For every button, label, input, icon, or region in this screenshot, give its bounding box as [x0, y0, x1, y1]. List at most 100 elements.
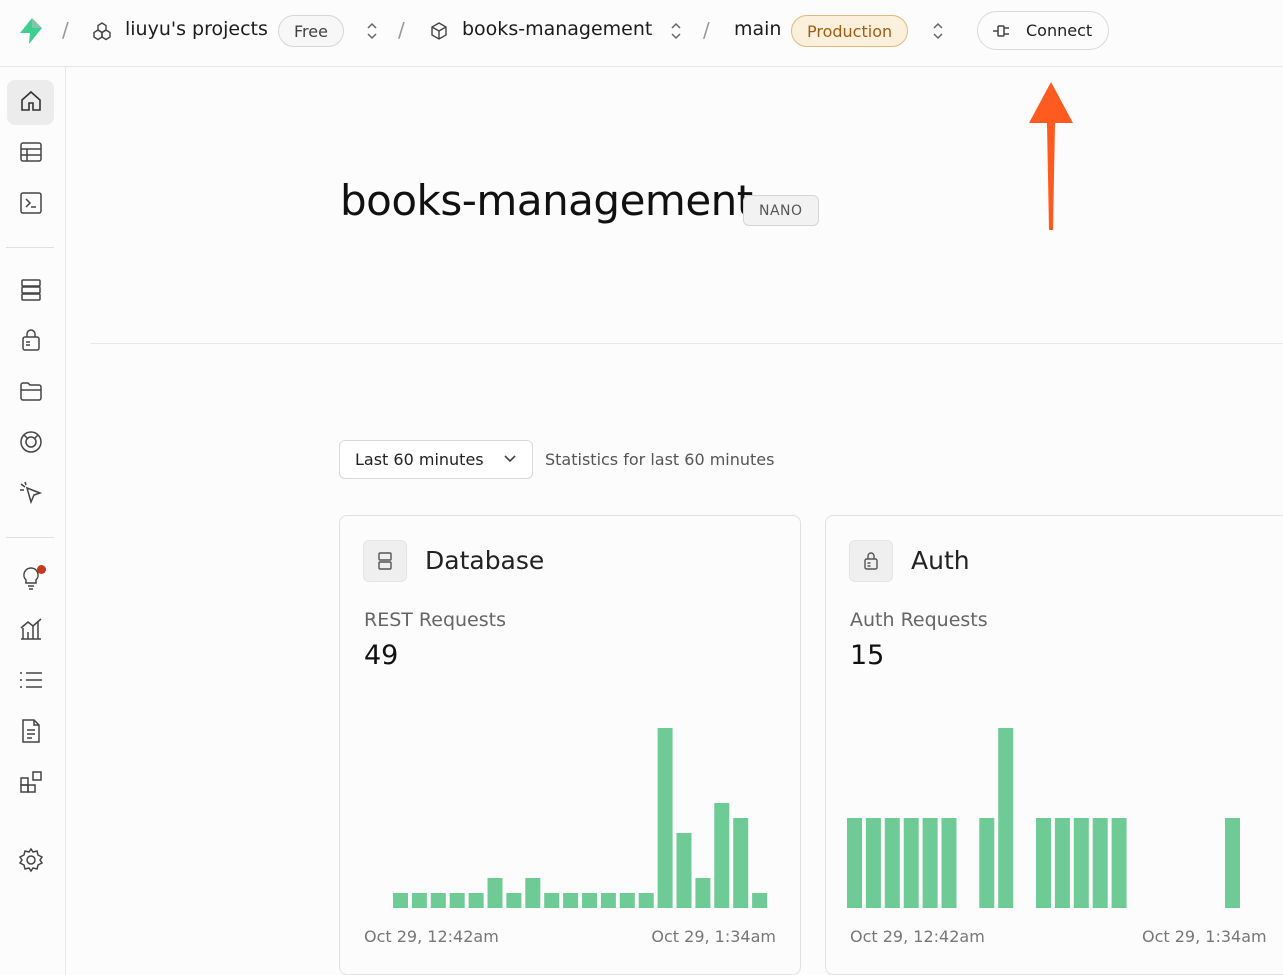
- project-box-icon: [429, 21, 449, 41]
- x-axis-start-label: Oct 29, 12:42am: [850, 927, 985, 946]
- org-name[interactable]: liuyu's projects: [125, 18, 268, 40]
- sidebar-item-integrations[interactable]: [7, 761, 54, 806]
- sidebar-item-advisors[interactable]: [7, 557, 54, 602]
- section-divider: [90, 343, 1283, 344]
- database-card[interactable]: Database REST Requests 49 Oct 29, 12:42a…: [339, 515, 801, 975]
- project-switcher-chevron-icon[interactable]: [668, 21, 684, 41]
- chart-bar[interactable]: [1092, 818, 1108, 908]
- metric-value: 49: [364, 640, 399, 671]
- chart-bar[interactable]: [676, 833, 692, 908]
- chart-bar[interactable]: [563, 893, 579, 908]
- sidebar-item-authentication[interactable]: [7, 319, 54, 364]
- realtime-icon: [18, 429, 44, 459]
- chart-bar[interactable]: [1225, 818, 1240, 908]
- gear-icon: [18, 847, 44, 877]
- database-icon: [19, 278, 43, 306]
- x-axis-end-label: Oct 29, 1:34am: [1142, 927, 1267, 946]
- chart-bar[interactable]: [525, 878, 541, 908]
- lock-icon: [19, 328, 43, 356]
- sidebar-item-database[interactable]: [7, 269, 54, 314]
- time-range-value: Last 60 minutes: [355, 450, 484, 469]
- page-title: books-management: [340, 176, 753, 225]
- sidebar-item-home[interactable]: [7, 80, 54, 125]
- chart-bar[interactable]: [884, 818, 900, 908]
- metric-label: REST Requests: [364, 609, 506, 631]
- sidebar-item-realtime[interactable]: [7, 421, 54, 466]
- chart-bar[interactable]: [998, 728, 1014, 908]
- chart-bar[interactable]: [903, 818, 919, 908]
- table-icon: [19, 140, 43, 168]
- org-icon: [92, 21, 112, 41]
- branch-switcher-chevron-icon[interactable]: [930, 21, 946, 41]
- metric-value: 15: [850, 640, 885, 671]
- sidebar-item-settings[interactable]: [7, 839, 54, 884]
- x-axis-end-label: Oct 29, 1:34am: [651, 927, 776, 946]
- chart-bar[interactable]: [922, 818, 938, 908]
- sidebar-item-table-editor[interactable]: [7, 131, 54, 176]
- chart-bar[interactable]: [544, 893, 560, 908]
- chart-bar[interactable]: [941, 818, 957, 908]
- chart-bar[interactable]: [657, 728, 673, 908]
- chart-bar[interactable]: [752, 893, 768, 908]
- top-bar: / liuyu's projects Free / books-manageme…: [0, 0, 1283, 67]
- sidebar: [0, 67, 66, 975]
- chart-bar[interactable]: [1111, 818, 1127, 908]
- chart-bar[interactable]: [449, 893, 465, 908]
- database-icon: [363, 540, 407, 582]
- breadcrumb-separator: /: [703, 18, 710, 42]
- chart-bar[interactable]: [979, 818, 995, 908]
- chart-bar[interactable]: [430, 893, 446, 908]
- list-icon: [18, 668, 44, 696]
- connect-button[interactable]: Connect: [977, 11, 1110, 50]
- folder-icon: [19, 379, 43, 407]
- plan-badge: Free: [278, 15, 344, 47]
- sidebar-item-logs[interactable]: [7, 659, 54, 704]
- x-axis-start-label: Oct 29, 12:42am: [364, 927, 499, 946]
- org-switcher-chevron-icon[interactable]: [364, 21, 380, 41]
- auth-requests-chart[interactable]: [844, 716, 1264, 909]
- card-title: Database: [425, 546, 545, 575]
- rest-requests-chart[interactable]: [358, 716, 778, 909]
- document-icon: [19, 718, 43, 748]
- chart-bar[interactable]: [714, 803, 730, 908]
- integrations-icon: [18, 769, 44, 799]
- notification-dot: [37, 565, 46, 574]
- environment-badge: Production: [791, 15, 909, 47]
- chart-bar[interactable]: [1073, 818, 1089, 908]
- sidebar-item-reports[interactable]: [7, 608, 54, 653]
- supabase-logo-icon[interactable]: [16, 16, 46, 46]
- sidebar-item-storage[interactable]: [7, 370, 54, 415]
- chart-bar[interactable]: [393, 893, 408, 908]
- sidebar-item-sql-editor[interactable]: [7, 182, 54, 227]
- chart-bar[interactable]: [865, 818, 881, 908]
- chart-bar[interactable]: [638, 893, 654, 908]
- chart-bar[interactable]: [1054, 818, 1070, 908]
- chart-bar[interactable]: [847, 818, 862, 908]
- card-title: Auth: [911, 546, 970, 575]
- chart-bar[interactable]: [582, 893, 597, 908]
- connect-label: Connect: [1026, 21, 1093, 40]
- chart-bar[interactable]: [695, 878, 711, 908]
- chart-bar[interactable]: [468, 893, 484, 908]
- plug-icon: [992, 23, 1014, 39]
- range-description: Statistics for last 60 minutes: [545, 450, 775, 469]
- time-range-select[interactable]: Last 60 minutes: [339, 440, 533, 479]
- cursor-icon: [18, 480, 44, 510]
- chart-bar[interactable]: [1036, 818, 1051, 908]
- chart-bar[interactable]: [600, 893, 616, 908]
- compute-size-badge: NANO: [743, 195, 819, 226]
- metric-label: Auth Requests: [850, 609, 988, 631]
- chart-bar[interactable]: [506, 893, 522, 908]
- home-icon: [19, 89, 43, 117]
- chart-bar[interactable]: [487, 878, 503, 908]
- chart-bar[interactable]: [411, 893, 427, 908]
- project-name[interactable]: books-management: [462, 18, 652, 40]
- chart-bar[interactable]: [733, 818, 749, 908]
- chart-bar[interactable]: [619, 893, 635, 908]
- breadcrumb-separator: /: [398, 18, 405, 42]
- sidebar-divider: [6, 537, 54, 538]
- sidebar-item-edge-functions[interactable]: [7, 472, 54, 517]
- auth-card[interactable]: Auth Auth Requests 15 Oct 29, 12:42am Oc…: [825, 515, 1283, 975]
- sidebar-item-api-docs[interactable]: [7, 710, 54, 755]
- branch-name[interactable]: main: [734, 18, 781, 40]
